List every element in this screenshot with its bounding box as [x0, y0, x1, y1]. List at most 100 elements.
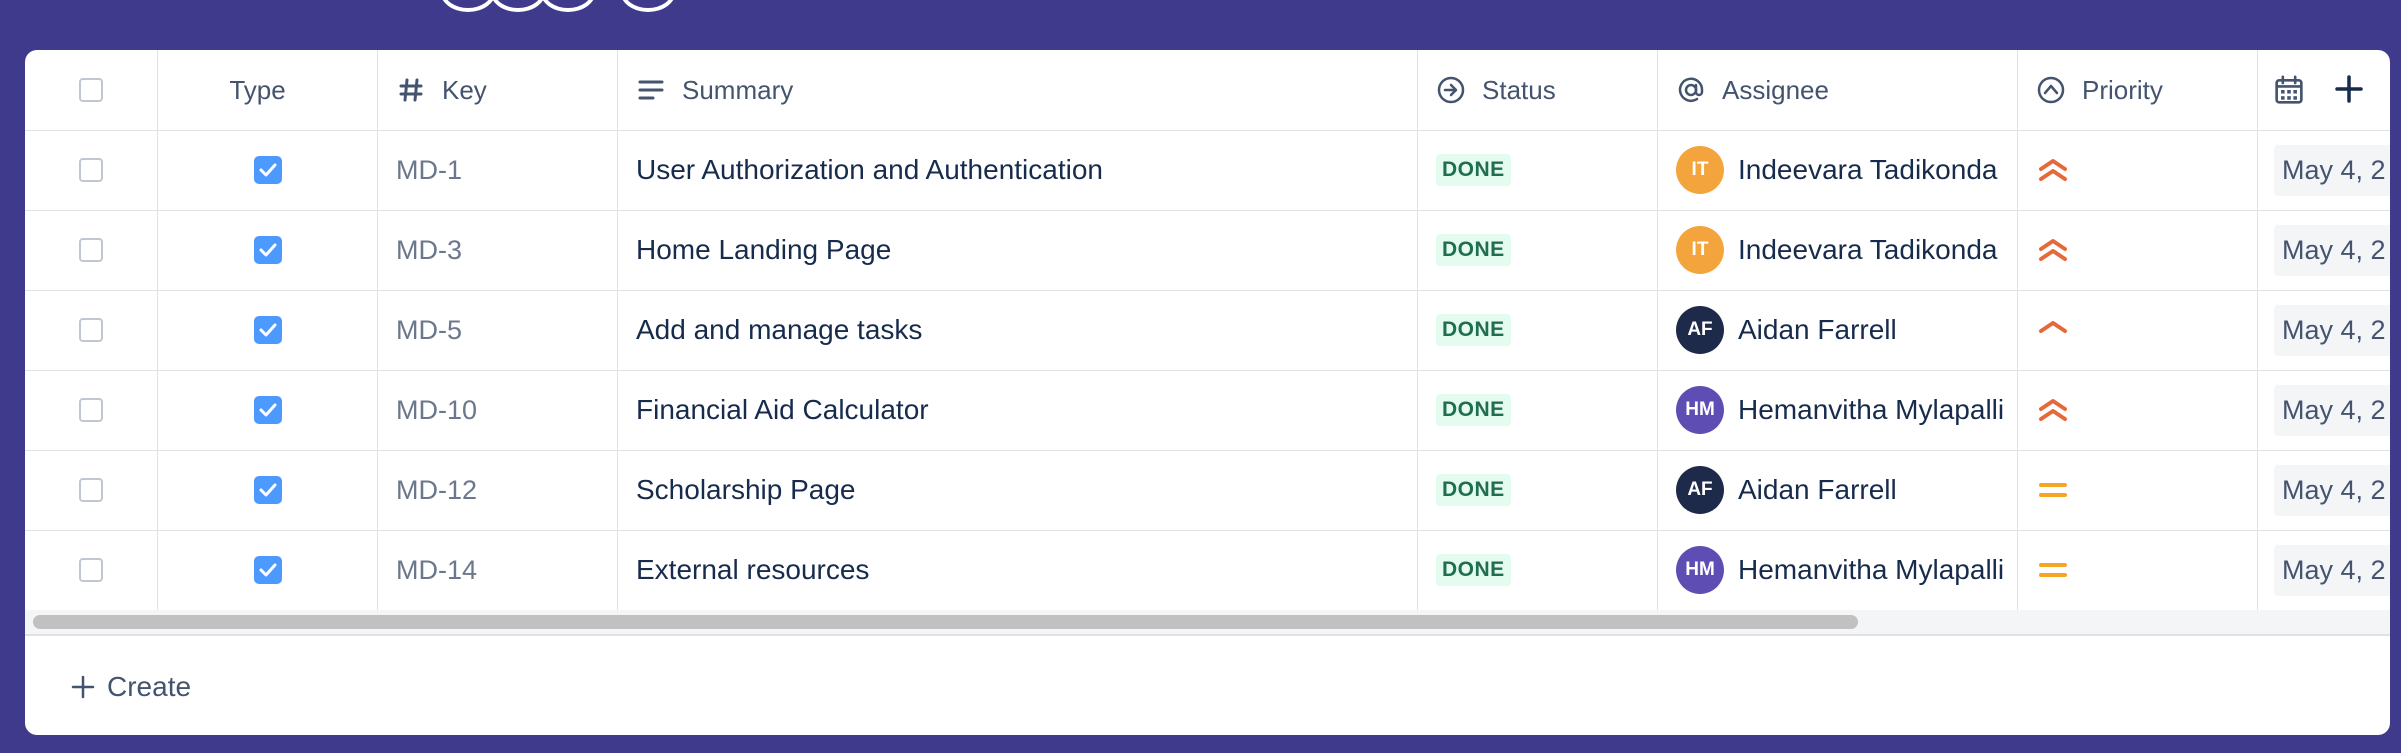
status-cell[interactable]: DONE — [1418, 210, 1658, 290]
avatar[interactable] — [490, 0, 546, 12]
priority-cell[interactable] — [2018, 450, 2258, 530]
column-header-status[interactable]: Status — [1418, 50, 1658, 130]
key-cell[interactable]: MD-1 — [378, 130, 618, 210]
column-header-assignee[interactable]: Assignee — [1658, 50, 2018, 130]
issue-key-link[interactable]: MD-5 — [396, 315, 462, 346]
column-header-key[interactable]: Key — [378, 50, 618, 130]
issue-summary: External resources — [636, 554, 870, 585]
priority-cell[interactable] — [2018, 530, 2258, 610]
plus-icon — [71, 675, 95, 699]
issue-key-link[interactable]: MD-10 — [396, 395, 477, 426]
summary-cell[interactable]: External resources — [618, 530, 1418, 610]
column-header-date[interactable] — [2258, 50, 2390, 130]
status-badge[interactable]: DONE — [1436, 474, 1511, 506]
due-date-chip[interactable]: May 4, 2 — [2274, 224, 2390, 276]
status-badge[interactable]: DONE — [1436, 314, 1511, 346]
table-row[interactable]: MD-5 Add and manage tasks DONE AF Aidan Farr… — [25, 290, 2390, 371]
avatar: IT — [1676, 226, 1724, 274]
priority-cell[interactable] — [2018, 290, 2258, 370]
type-cell — [158, 450, 378, 530]
status-cell[interactable]: DONE — [1418, 450, 1658, 530]
assignee-cell[interactable]: AF Aidan Farrell — [1658, 290, 2018, 370]
assignee-name: Indeevara Tadikonda — [1738, 154, 1998, 185]
assignee-cell[interactable]: IT Indeevara Tadikonda — [1658, 130, 2018, 210]
avatar-initials: AF — [1687, 319, 1713, 340]
summary-cell[interactable]: Scholarship Page — [618, 450, 1418, 530]
create-button-label: Create — [107, 671, 192, 702]
due-date-chip[interactable]: May 4, 2 — [2274, 384, 2390, 436]
due-date-chip[interactable]: May 4, 2 — [2274, 464, 2390, 516]
status-badge[interactable]: DONE — [1436, 234, 1511, 266]
scrollbar-thumb[interactable] — [33, 615, 1858, 629]
issue-key-link[interactable]: MD-14 — [396, 555, 477, 586]
priority-cell[interactable] — [2018, 210, 2258, 290]
key-cell[interactable]: MD-14 — [378, 530, 618, 610]
summary-cell[interactable]: Add and manage tasks — [618, 290, 1418, 370]
summary-cell[interactable]: Home Landing Page — [618, 210, 1418, 290]
issue-key-link[interactable]: MD-1 — [396, 155, 462, 186]
status-cell[interactable]: DONE — [1418, 530, 1658, 610]
status-cell[interactable]: DONE — [1418, 290, 1658, 370]
avatar[interactable] — [440, 0, 496, 12]
assignee-cell[interactable]: AF Aidan Farrell — [1658, 450, 2018, 530]
table-row[interactable]: MD-10 Financial Aid Calculator DONE HM Heman… — [25, 370, 2390, 451]
status-badge[interactable]: DONE — [1436, 554, 1511, 586]
date-cell[interactable]: May 4, 2 — [2258, 530, 2390, 610]
column-header-priority[interactable]: Priority — [2018, 50, 2258, 130]
row-select-checkbox[interactable] — [79, 398, 103, 422]
priority-high-icon — [2036, 315, 2070, 345]
create-button[interactable]: Create — [71, 652, 191, 722]
due-date-chip[interactable]: May 4, 2 — [2274, 304, 2390, 356]
priority-highest-icon — [2036, 395, 2070, 425]
priority-cell[interactable] — [2018, 130, 2258, 210]
row-select-checkbox[interactable] — [79, 318, 103, 342]
date-cell[interactable]: May 4, 2 — [2258, 370, 2390, 450]
text-lines-icon — [636, 75, 666, 105]
add-column-button[interactable] — [2332, 72, 2366, 106]
summary-cell[interactable]: Financial Aid Calculator — [618, 370, 1418, 450]
issue-key-link[interactable]: MD-12 — [396, 475, 477, 506]
task-type-icon — [253, 396, 282, 424]
table-row[interactable]: MD-1 User Authorization and Authenticatio… — [25, 130, 2390, 211]
priority-cell[interactable] — [2018, 370, 2258, 450]
select-all-checkbox[interactable] — [79, 78, 103, 102]
row-select-checkbox[interactable] — [79, 558, 103, 582]
table-row[interactable]: MD-14 External resources DONE HM Hemanvitha … — [25, 530, 2390, 611]
status-cell[interactable]: DONE — [1418, 370, 1658, 450]
assignee-cell[interactable]: HM Hemanvitha Mylapalli — [1658, 370, 2018, 450]
assignee-cell[interactable]: IT Indeevara Tadikonda — [1658, 210, 2018, 290]
column-header-type[interactable]: Type — [158, 50, 378, 130]
row-select-checkbox[interactable] — [79, 238, 103, 262]
assignee-name: Hemanvitha Mylapalli — [1738, 394, 2005, 425]
priority-medium-icon — [2036, 555, 2070, 585]
due-date-chip[interactable]: May 4, 2 — [2274, 144, 2390, 196]
issue-summary: User Authorization and Authentication — [636, 154, 1103, 185]
assignee-cell[interactable]: HM Hemanvitha Mylapalli — [1658, 530, 2018, 610]
key-cell[interactable]: MD-10 — [378, 370, 618, 450]
date-cell[interactable]: May 4, 2 — [2258, 210, 2390, 290]
date-cell[interactable]: May 4, 2 — [2258, 450, 2390, 530]
key-cell[interactable]: MD-12 — [378, 450, 618, 530]
date-cell[interactable]: May 4, 2 — [2258, 130, 2390, 210]
priority-medium-icon — [2036, 475, 2070, 505]
status-cell[interactable]: DONE — [1418, 130, 1658, 210]
status-badge[interactable]: DONE — [1436, 394, 1511, 426]
type-cell — [158, 530, 378, 610]
summary-cell[interactable]: User Authorization and Authentication — [618, 130, 1418, 210]
horizontal-scrollbar[interactable] — [25, 610, 2390, 636]
table-row[interactable]: MD-3 Home Landing Page DONE IT Indeevara Tad… — [25, 210, 2390, 291]
table-row[interactable]: MD-12 Scholarship Page DONE AF Aidan Farrell… — [25, 450, 2390, 531]
column-header-summary[interactable]: Summary — [618, 50, 1418, 130]
row-select-checkbox[interactable] — [79, 478, 103, 502]
row-select-cell — [25, 450, 158, 530]
arrow-circle-icon — [1436, 75, 1466, 105]
issue-key-link[interactable]: MD-3 — [396, 235, 462, 266]
key-cell[interactable]: MD-5 — [378, 290, 618, 370]
row-select-checkbox[interactable] — [79, 158, 103, 182]
avatar[interactable] — [620, 0, 676, 12]
date-cell[interactable]: May 4, 2 — [2258, 290, 2390, 370]
status-badge[interactable]: DONE — [1436, 154, 1511, 186]
key-cell[interactable]: MD-3 — [378, 210, 618, 290]
due-date-chip[interactable]: May 4, 2 — [2274, 544, 2390, 596]
avatar[interactable] — [540, 0, 596, 12]
